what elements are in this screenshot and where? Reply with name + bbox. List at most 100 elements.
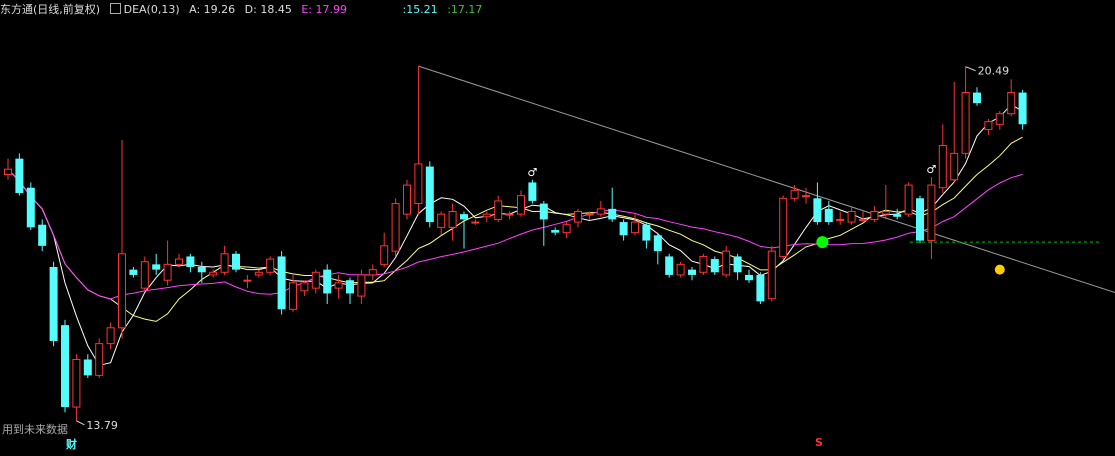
candle-body-up <box>106 327 115 345</box>
candle-body-down <box>916 198 924 241</box>
candle-body-down <box>277 256 286 310</box>
candle-body-up <box>574 211 582 223</box>
candle-body-up <box>95 343 104 376</box>
candle-body-up <box>904 184 913 215</box>
stock-title[interactable]: 东方通(日线,前复权) <box>0 3 100 16</box>
candle-body-down <box>61 325 69 408</box>
candle-body-up <box>391 203 400 252</box>
candle-body-up <box>562 224 571 234</box>
candle-body-up <box>631 221 639 234</box>
candle-body-up <box>790 189 799 199</box>
candle-body-up <box>517 195 525 215</box>
candle-body-down <box>15 158 24 193</box>
candle-body-down <box>528 182 537 201</box>
candle-body-up <box>72 359 81 408</box>
candle-body-up <box>403 184 411 215</box>
warning-signal-dot <box>994 264 1005 275</box>
candle-body-up <box>927 184 936 242</box>
candle-body-up <box>311 271 320 289</box>
candle-body-up <box>209 271 218 276</box>
candle-body-down <box>425 166 434 223</box>
candle-body-up <box>836 218 845 221</box>
high-price-label: 20.49 <box>978 65 1010 78</box>
candle-body-down <box>710 259 719 273</box>
sell-marker[interactable]: S <box>815 436 823 449</box>
candle-body-up <box>368 269 377 276</box>
candle-body-up <box>699 255 708 273</box>
candle-body-down <box>665 256 674 275</box>
candle-body-up <box>163 263 172 281</box>
kline-chart[interactable]: 20.49 13.79 ♂ ♂ <box>0 0 1115 452</box>
candle-body-down <box>83 359 92 376</box>
candle-body-up <box>4 168 12 175</box>
candle-body-down <box>608 208 617 220</box>
low-price-label: 13.79 <box>86 419 118 432</box>
candle-body-up <box>859 218 867 221</box>
candle-body-down <box>551 230 560 233</box>
kline-plot[interactable]: 20.49 13.79 ♂ ♂ <box>0 0 1115 452</box>
candle-body-up <box>767 250 776 300</box>
candle-body-down <box>26 187 35 228</box>
candle-body-down <box>973 92 981 104</box>
candle-body-down <box>186 256 195 267</box>
candle-body-down <box>129 269 138 275</box>
indicator-a: A: 19.26 <box>189 3 236 16</box>
candle-body-up <box>585 213 594 216</box>
candle-body-down <box>619 222 628 236</box>
candle-body-up <box>220 253 229 273</box>
indicator-d: D: 18.45 <box>244 3 292 16</box>
candle-body-down <box>756 274 765 302</box>
finance-marker[interactable]: 财 <box>66 436 77 452</box>
candle-body-down <box>688 269 696 275</box>
candle-body-up <box>289 282 297 310</box>
candle-body-down <box>824 208 833 223</box>
candle-body-up <box>334 282 343 289</box>
candle-body-up <box>437 213 446 228</box>
candle-body-up <box>380 245 389 265</box>
candle-body-up <box>950 152 959 181</box>
candle-body-down <box>745 274 753 281</box>
indicator-header: 东方通(日线,前复权) DEA(0,13) A: 19.26 D: 18.45 … <box>0 0 1115 20</box>
candle-body-up <box>175 258 183 265</box>
indicator-value-1: :15.21 <box>402 3 438 16</box>
candle-body-up <box>1007 92 1016 115</box>
candle-body-up <box>984 121 993 131</box>
candle-body-up <box>802 195 810 198</box>
candle-body-up <box>118 253 126 329</box>
indicator-dea[interactable]: DEA(0,13) <box>124 3 180 16</box>
candle-body-down <box>152 264 161 270</box>
candle-body-up <box>494 200 503 220</box>
candle-body-up <box>847 211 856 223</box>
candle-body-up <box>471 221 480 224</box>
candle-body-down <box>813 198 822 223</box>
candle-body-down <box>893 214 902 217</box>
candle-body-up <box>870 211 879 220</box>
candle-body-up <box>505 213 514 216</box>
future-data-note: 用到未来数据 <box>2 423 68 436</box>
candle-body-down <box>733 256 742 273</box>
candle-body-down <box>653 235 662 252</box>
buy-signal-dot <box>816 236 829 249</box>
ma-short-line <box>7 104 1023 366</box>
candle-body-up <box>300 282 309 292</box>
candle-body-up <box>995 113 1004 125</box>
candle-body-down <box>1018 92 1027 125</box>
ma-mid-line <box>7 136 1023 322</box>
candle-body-up <box>357 274 366 297</box>
candle-body-down <box>346 280 354 294</box>
ma-long-line <box>7 168 1023 300</box>
indicator-toggle-box-icon[interactable] <box>109 3 121 14</box>
indicator-value-2: :17.17 <box>447 3 483 16</box>
candle-body-down <box>49 267 58 341</box>
candle-body-up <box>140 261 149 289</box>
indicator-e: E: 17.99 <box>301 3 347 16</box>
high-pointer <box>965 66 976 72</box>
candle-body-up <box>414 163 423 205</box>
candle-body-up <box>779 197 788 257</box>
candle-body-down <box>197 267 206 273</box>
candle-body-up <box>243 279 252 282</box>
candle-body-up <box>961 92 970 154</box>
candle-body-up <box>722 250 731 276</box>
candle-body-up <box>676 263 685 276</box>
candle-body-down <box>460 214 468 220</box>
